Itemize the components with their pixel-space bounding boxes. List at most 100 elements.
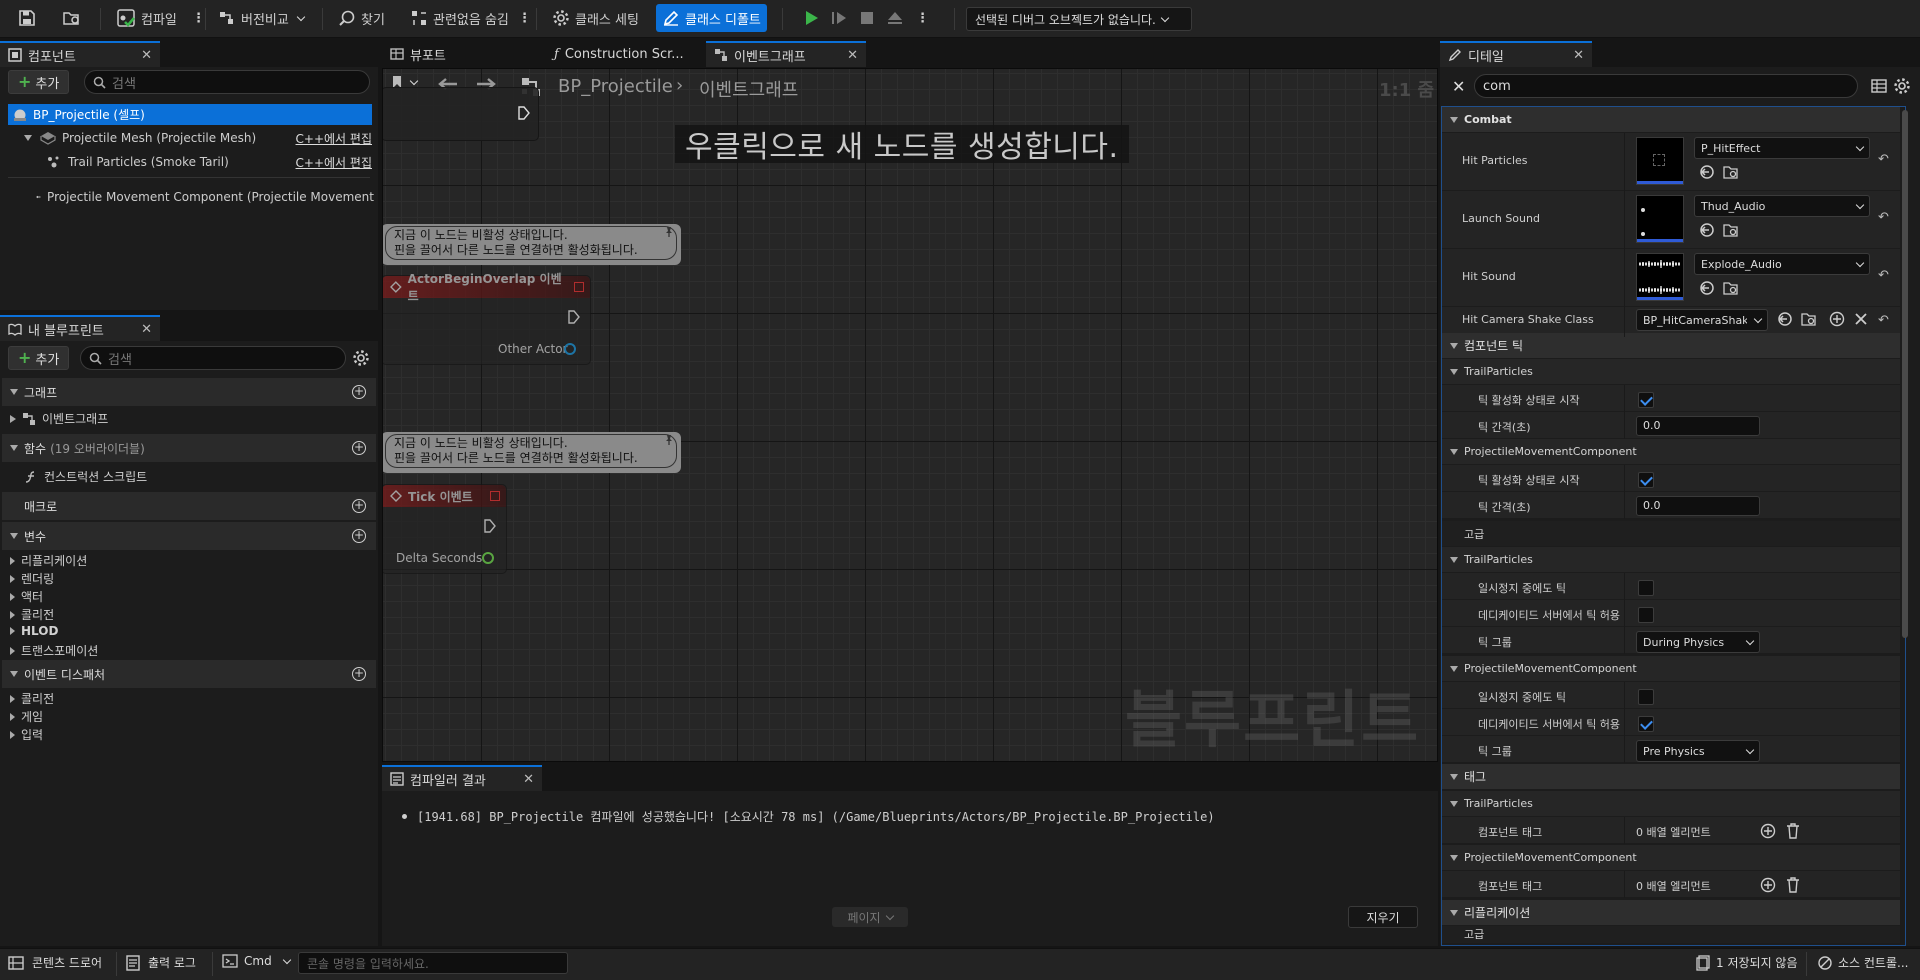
checkbox-tick-paused[interactable] — [1638, 689, 1654, 705]
component-item-self[interactable]: BP_Projectile (셀프) — [8, 104, 372, 125]
details-subsection-pmc[interactable]: ProjectileMovementComponent — [1442, 845, 1900, 871]
details-search-clear-icon[interactable]: ✕ — [1452, 77, 1465, 96]
table-view-icon[interactable] — [1871, 78, 1887, 94]
browse-asset-icon[interactable] — [1723, 164, 1739, 180]
delegate-pin-icon[interactable] — [574, 282, 584, 292]
exec-pin-icon[interactable] — [484, 519, 496, 533]
partial-node[interactable] — [383, 87, 539, 141]
find-options-dots[interactable]: ⋮ — [512, 4, 537, 32]
add-variable-icon[interactable]: + — [352, 529, 366, 543]
exec-pin-icon[interactable] — [568, 310, 580, 324]
event-node-actor-begin-overlap[interactable]: ActorBeginOverlap 이벤트 Other Actor — [383, 272, 591, 365]
close-icon[interactable]: ✕ — [141, 48, 152, 63]
close-icon[interactable]: ✕ — [141, 322, 152, 337]
dispatcher-category[interactable]: 입력 — [8, 726, 43, 743]
input-tick-interval[interactable]: 0.0 — [1636, 496, 1760, 516]
variable-category[interactable]: HLOD — [8, 624, 58, 638]
asset-thumbnail[interactable] — [1636, 137, 1684, 185]
add-element-icon[interactable] — [1760, 823, 1776, 839]
checkbox-tick-paused[interactable] — [1638, 580, 1654, 596]
component-item-trail[interactable]: Trail Particles (Smoke Taril) C++에서 편집 — [46, 152, 372, 172]
my-blueprint-add-button[interactable]: + 추가 — [8, 346, 70, 370]
tab-construction-script[interactable]: ƒ Construction Scr... — [546, 41, 706, 67]
graph-item-eventgraph[interactable]: 이벤트그래프 — [8, 410, 108, 427]
details-section-component-tick[interactable]: 컴포넌트 틱 — [1442, 333, 1900, 359]
edit-in-cpp-link[interactable]: C++에서 편집 — [296, 154, 372, 171]
breadcrumb-blueprint[interactable]: BP_Projectile — [558, 76, 673, 97]
details-section-replication[interactable]: 리플리케이션 — [1442, 900, 1900, 926]
clear-button[interactable]: 지우기 — [1348, 906, 1418, 928]
dropdown-tick-group[interactable]: Pre Physics — [1636, 740, 1760, 762]
clear-icon[interactable] — [1853, 311, 1869, 327]
compiler-results-tab[interactable]: 컴파일러 결과 ✕ — [382, 765, 542, 791]
unsaved-indicator[interactable]: 1 저장되지 않음 — [1696, 954, 1798, 971]
details-subsection-trail[interactable]: TrailParticles — [1442, 547, 1900, 573]
object-pin-icon[interactable] — [564, 343, 576, 355]
checkbox-tick-dedicated[interactable] — [1638, 607, 1654, 623]
pin-icon[interactable] — [663, 434, 675, 446]
macros-section-header[interactable]: 매크로 + — [2, 492, 376, 520]
trash-icon[interactable] — [1786, 877, 1800, 893]
browse-asset-icon[interactable] — [1723, 222, 1739, 238]
gear-icon[interactable] — [1893, 77, 1911, 95]
components-add-button[interactable]: + 추가 — [8, 70, 70, 94]
graph-canvas[interactable]: BP_Projectile › 이벤트그래프 1:1 줌 우클릭으로 새 노드를… — [382, 68, 1438, 762]
save-button[interactable] — [12, 4, 42, 32]
play-button[interactable] — [796, 4, 826, 32]
variable-category[interactable]: 렌더링 — [8, 570, 54, 587]
close-icon[interactable]: ✕ — [1573, 48, 1584, 63]
dispatchers-section-header[interactable]: 이벤트 디스패처 + — [2, 660, 376, 688]
add-element-icon[interactable] — [1760, 877, 1776, 893]
functions-section-header[interactable]: 함수 (19 오버라이더블) + — [2, 434, 376, 462]
checkbox-tick-dedicated[interactable] — [1638, 716, 1654, 732]
close-icon[interactable]: ✕ — [523, 772, 534, 787]
details-advanced-toggle[interactable]: 고급 — [1442, 521, 1900, 547]
tab-viewport[interactable]: 뷰포트 — [382, 41, 542, 67]
pin-icon[interactable] — [663, 226, 675, 238]
add-graph-icon[interactable]: + — [352, 385, 366, 399]
reset-to-default-icon[interactable]: ↶ — [1878, 210, 1894, 225]
class-settings-button[interactable]: 클래스 세팅 — [546, 4, 645, 32]
asset-thumbnail[interactable] — [1636, 195, 1684, 243]
cmd-selector[interactable]: Cmd — [222, 954, 291, 968]
use-selected-icon[interactable] — [1699, 222, 1715, 238]
dropdown-tick-group[interactable]: During Physics — [1636, 631, 1760, 653]
event-node-tick[interactable]: Tick 이벤트 Delta Seconds — [383, 484, 507, 574]
compile-options-dots[interactable]: ⋮ — [186, 4, 211, 32]
variable-category[interactable]: 트랜스포메이션 — [8, 642, 98, 659]
source-control-button[interactable]: 소스 컨트롤... — [1818, 954, 1918, 971]
use-selected-icon[interactable] — [1699, 164, 1715, 180]
asset-picker-launch-sound[interactable]: Thud_Audio — [1694, 195, 1870, 217]
node-comment[interactable]: 지금 이 노드는 비활성 상태입니다. 핀을 끌어서 다른 노드를 연결하면 활… — [383, 432, 681, 473]
details-subsection-trail[interactable]: TrailParticles — [1442, 791, 1900, 817]
reset-to-default-icon[interactable]: ↶ — [1878, 268, 1894, 283]
graphs-section-header[interactable]: 그래프 + — [2, 378, 376, 406]
use-selected-icon[interactable] — [1699, 280, 1715, 296]
step-button[interactable] — [824, 4, 854, 32]
console-input[interactable]: 콘솔 명령을 입력하세요. — [298, 952, 568, 974]
eject-button[interactable] — [880, 4, 910, 32]
components-search-input[interactable]: 검색 — [84, 70, 370, 94]
trash-icon[interactable] — [1786, 823, 1800, 839]
details-subsection-trail[interactable]: TrailParticles — [1442, 359, 1900, 385]
asset-picker-hit-sound[interactable]: Explode_Audio — [1694, 253, 1870, 275]
add-function-icon[interactable]: + — [352, 441, 366, 455]
find-button[interactable]: 찾기 — [332, 4, 391, 32]
debug-object-selector[interactable]: 선택된 디버그 오브젝트가 없습니다. — [966, 7, 1192, 31]
checkbox-tick-start[interactable] — [1638, 392, 1654, 408]
compile-button[interactable]: 컴파일 — [110, 4, 183, 32]
details-search-input[interactable]: com — [1474, 74, 1858, 98]
components-tab[interactable]: 컴포넌트 ✕ — [0, 41, 160, 67]
add-dispatcher-icon[interactable]: + — [352, 667, 366, 681]
reset-to-default-icon[interactable]: ↶ — [1878, 313, 1894, 328]
checkbox-tick-start[interactable] — [1638, 472, 1654, 488]
browse-asset-icon[interactable] — [1723, 280, 1739, 296]
dispatcher-category[interactable]: 게임 — [8, 708, 43, 725]
diff-button[interactable]: 버전비교 — [212, 4, 310, 32]
float-pin-icon[interactable] — [482, 552, 494, 564]
expand-arrow-icon[interactable] — [24, 135, 32, 141]
delegate-pin-icon[interactable] — [490, 491, 500, 501]
add-macro-icon[interactable]: + — [352, 499, 366, 513]
variable-category[interactable]: 액터 — [8, 588, 43, 605]
details-scrollbar[interactable] — [1902, 110, 1908, 638]
